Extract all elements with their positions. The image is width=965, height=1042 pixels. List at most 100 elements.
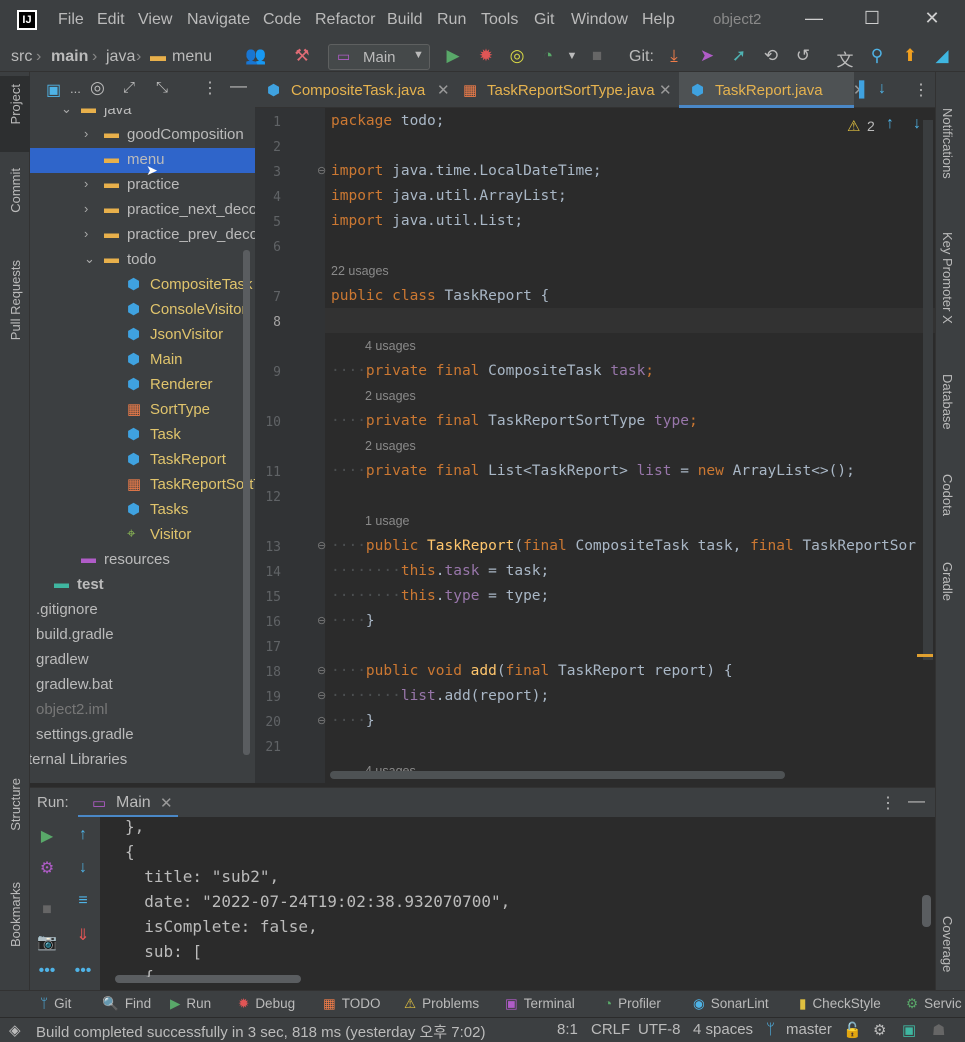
search-icon[interactable]: ⚲ xyxy=(865,46,889,66)
layers-icon[interactable]: ◈ xyxy=(9,1021,21,1039)
coverage-tool-label[interactable]: Coverage xyxy=(940,916,955,972)
editor-scrollbar[interactable] xyxy=(923,120,933,660)
run-icon[interactable]: ▶ xyxy=(441,46,465,66)
tree-item-main[interactable]: ⬢ Main xyxy=(30,348,255,373)
event-icon[interactable]: ☗ xyxy=(932,1021,945,1039)
tree-item-taskreportsorttype[interactable]: ▦ TaskReportSortType xyxy=(30,473,255,498)
warning-count[interactable]: 2 xyxy=(867,118,875,134)
usage-hint[interactable]: 1 usage xyxy=(365,514,409,528)
close-tab-icon[interactable]: ✕ xyxy=(160,794,173,812)
bottom-tab-run[interactable]: ▶ Run xyxy=(170,996,211,1012)
rollback-icon[interactable]: ↺ xyxy=(791,46,815,66)
git-update-icon[interactable]: ⤓ xyxy=(662,46,686,66)
fold-icon[interactable]: ⊖ xyxy=(317,539,326,552)
breadcrumb-src[interactable]: src xyxy=(11,48,32,66)
history-icon[interactable]: ⟲ xyxy=(759,46,783,66)
warning-icon[interactable]: ⚠ xyxy=(847,117,860,135)
stop-icon[interactable]: ■ xyxy=(585,46,609,66)
minimize-button[interactable]: — xyxy=(794,8,834,29)
codota-tool-label[interactable]: Codota xyxy=(940,474,955,516)
chevron-down-icon[interactable]: ▼ xyxy=(560,50,584,62)
bottom-tab-todo[interactable]: ▦ TODO xyxy=(323,996,381,1012)
usage-hint[interactable]: 2 usages xyxy=(365,439,416,453)
git-branch[interactable]: master xyxy=(786,1021,832,1038)
tree-item-goodcomposition[interactable]: › ▬ goodComposition xyxy=(30,123,255,148)
structure-tool-label[interactable]: Structure xyxy=(8,778,23,831)
fold-icon[interactable]: ⊖ xyxy=(317,664,326,677)
tree-item-visitor[interactable]: ⌖ Visitor xyxy=(30,523,255,548)
usage-hint[interactable]: 2 usages xyxy=(365,389,416,403)
bottom-tab-find[interactable]: 🔍 Find xyxy=(102,996,151,1012)
tree-item-build-gradle[interactable]: build.gradle xyxy=(30,623,255,648)
bottom-tab-sonarlint[interactable]: ◉ SonarLint xyxy=(693,996,769,1012)
tab-composite-task[interactable]: ⬢ CompositeTask.java ✕ xyxy=(255,72,453,108)
tree-item-gradlew[interactable]: gradlew xyxy=(30,648,255,673)
run-config-select[interactable]: ▭ Main ▼ xyxy=(328,44,430,70)
tree-item--gitignore[interactable]: .gitignore xyxy=(30,598,255,623)
code-editor[interactable]: ⚠ 2 ↑ ↓ 1 2 3 4 5 6 7 8 9 10 11 12 13 14 15 16 17 18 19 20 2… xyxy=(255,108,935,783)
menu-view[interactable]: View xyxy=(138,11,172,29)
breadcrumb-java[interactable]: java xyxy=(106,48,135,66)
update-icon[interactable]: ⬆ xyxy=(898,46,922,66)
tree-item-tasks[interactable]: ⬢ Tasks xyxy=(30,498,255,523)
run-tab-main[interactable]: ▭ Main ✕ xyxy=(78,788,178,818)
menu-build[interactable]: Build xyxy=(387,11,423,29)
tree-item-ternal-libraries[interactable]: ternal Libraries xyxy=(30,748,255,773)
bottom-tab-git[interactable]: ᛘ Git xyxy=(40,996,71,1011)
translate-icon[interactable]: 文 xyxy=(833,46,857,71)
user-icon[interactable]: 👥 xyxy=(244,46,268,66)
tree-item-practice-next-deco-for[interactable]: › ▬ practice_next_deco_for xyxy=(30,198,255,223)
menu-navigate[interactable]: Navigate xyxy=(187,11,250,29)
hammer-icon[interactable]: ⚒ xyxy=(290,46,314,66)
menu-refactor[interactable]: Refactor xyxy=(315,11,375,29)
bottom-tab-problems[interactable]: ⚠ Problems xyxy=(404,996,479,1012)
caret-position[interactable]: 8:1 xyxy=(557,1021,578,1038)
project-view-icon[interactable]: ▣ xyxy=(46,80,61,100)
fold-icon[interactable]: ⊖ xyxy=(317,164,326,177)
file-encoding[interactable]: UTF-8 xyxy=(638,1021,681,1038)
bottom-tab-servic[interactable]: ⚙ Servic xyxy=(906,996,962,1012)
profile-icon[interactable]: ◔ xyxy=(536,46,560,66)
tab-task-report[interactable]: ⬢ TaskReport.java ✕ xyxy=(679,72,866,108)
inspector-icon[interactable]: ⚙ xyxy=(873,1021,886,1039)
tree-item-menu[interactable]: ▬ menu xyxy=(30,148,255,173)
collapse-all-icon[interactable]: ⤡ xyxy=(156,79,168,96)
tree-item-object2-iml[interactable]: object2.iml xyxy=(30,698,255,723)
menu-run[interactable]: Run xyxy=(437,11,466,29)
tree-item-test[interactable]: ▬ test xyxy=(30,573,255,598)
fold-icon[interactable]: ⊖ xyxy=(317,714,326,727)
tree-item-renderer[interactable]: ⬢ Renderer xyxy=(30,373,255,398)
line-separator[interactable]: CRLF xyxy=(591,1021,630,1038)
notifications-tool-label[interactable]: Notifications xyxy=(940,108,955,179)
tree-item-sorttype[interactable]: ▦ SortType xyxy=(30,398,255,423)
breadcrumb-main[interactable]: main xyxy=(51,48,88,66)
usage-hint[interactable]: 4 usages xyxy=(365,339,416,353)
expand-all-icon[interactable]: ⤢ xyxy=(123,79,135,96)
run-vertical-scrollbar[interactable] xyxy=(922,895,931,927)
chevron-right-icon[interactable]: › xyxy=(84,176,88,191)
locate-icon[interactable]: ◎ xyxy=(90,78,105,98)
close-tab-icon[interactable]: ✕ xyxy=(659,81,672,99)
tree-item-settings-gradle[interactable]: settings.gradle xyxy=(30,723,255,748)
options-icon[interactable]: ⋮ xyxy=(202,78,218,98)
bottom-tab-checkstyle[interactable]: ▮ CheckStyle xyxy=(799,996,881,1012)
tree-item-resources[interactable]: ▬ resources xyxy=(30,548,255,573)
chevron-down-icon[interactable]: ⌄ xyxy=(84,251,95,267)
next-highlight-icon[interactable]: ↓ xyxy=(913,115,921,133)
lock-icon[interactable]: 🔓 xyxy=(843,1021,862,1039)
chevron-right-icon[interactable]: › xyxy=(84,126,88,141)
maximize-button[interactable]: ☐ xyxy=(852,8,892,29)
menu-edit[interactable]: Edit xyxy=(97,11,125,29)
codota-icon[interactable]: ◢ xyxy=(930,46,954,66)
debug-icon[interactable]: ✹ xyxy=(474,46,498,66)
tree-item-consolevisitor[interactable]: ⬢ ConsoleVisitor xyxy=(30,298,255,323)
bottom-tab-terminal[interactable]: ▣ Terminal xyxy=(505,996,575,1012)
more-tabs-icon[interactable]: ▌ xyxy=(859,81,870,98)
git-push-icon[interactable]: ➚ xyxy=(727,46,751,66)
chevron-right-icon[interactable]: › xyxy=(84,226,88,241)
terminal-icon[interactable]: ▣ xyxy=(902,1021,916,1039)
tree-item-gradlew-bat[interactable]: gradlew.bat xyxy=(30,673,255,698)
pull-requests-tool-label[interactable]: Pull Requests xyxy=(8,260,23,340)
tree-scrollbar[interactable] xyxy=(243,250,250,755)
hide-panel-icon[interactable]: — xyxy=(230,76,247,96)
